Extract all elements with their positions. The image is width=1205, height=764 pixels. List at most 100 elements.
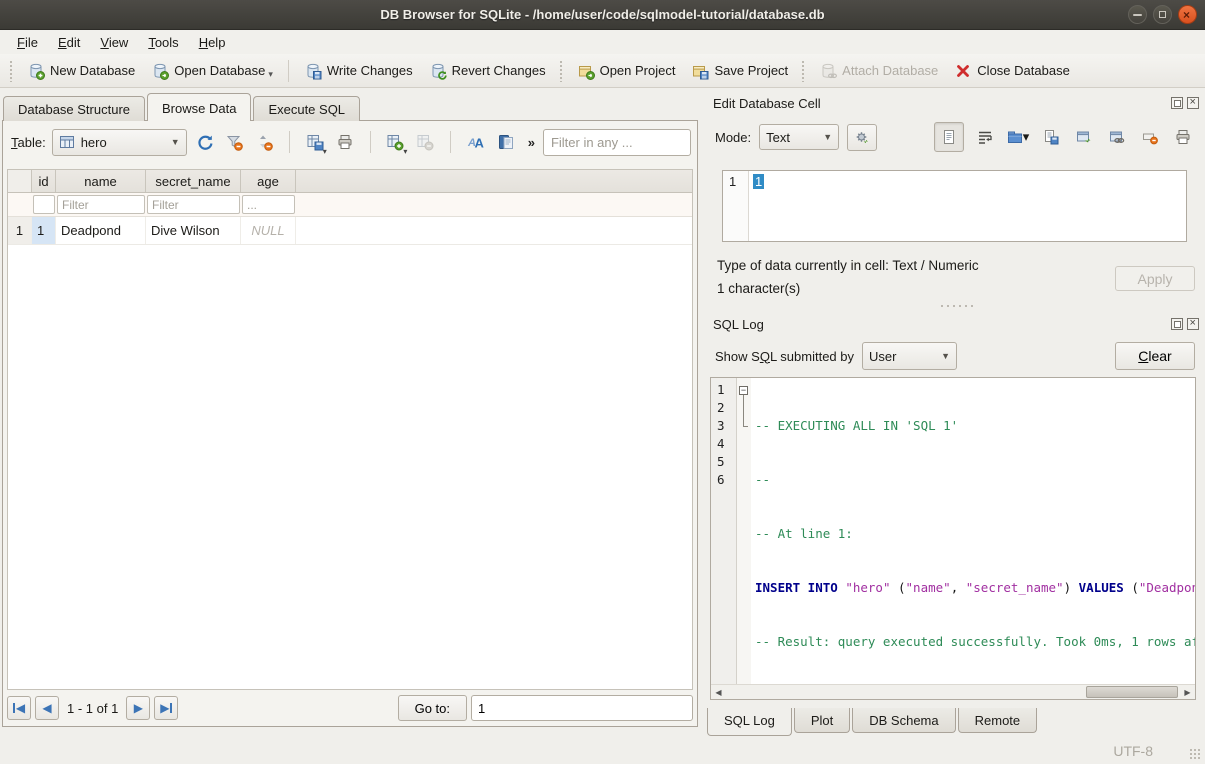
close-database-button[interactable]: Close Database — [946, 58, 1078, 84]
new-database-button[interactable]: New Database — [19, 58, 143, 84]
dock-tab-sql-log[interactable]: SQL Log — [707, 708, 792, 736]
right-pane: Edit Database Cell Mode: Text ▼ — [707, 88, 1205, 740]
clear-sorting-button[interactable] — [252, 129, 276, 155]
dock-tab-remote[interactable]: Remote — [958, 708, 1038, 733]
maximize-button[interactable] — [1153, 5, 1172, 24]
scroll-left-icon[interactable]: ◀ — [711, 685, 726, 699]
menu-view[interactable]: View — [91, 32, 137, 53]
dock-close-icon[interactable] — [1187, 318, 1199, 330]
sql-log-view[interactable]: 1 2 3 4 5 6 − -- EXECUTING ALL IN 'SQL 1… — [710, 377, 1196, 700]
dock-tab-plot[interactable]: Plot — [794, 708, 850, 733]
cell-id[interactable]: 1 — [32, 217, 56, 244]
first-page-button[interactable]: ◀ — [7, 696, 31, 720]
scroll-right-icon[interactable]: ▶ — [1180, 685, 1195, 699]
dock-float-icon[interactable] — [1171, 318, 1183, 330]
menu-tools[interactable]: Tools — [139, 32, 187, 53]
row-header[interactable]: 1 — [8, 217, 32, 244]
cell-name[interactable]: Deadpond — [56, 217, 146, 244]
dock-tab-db-schema[interactable]: DB Schema — [852, 708, 955, 733]
dock-splitter-handle[interactable] — [939, 304, 973, 308]
menu-edit[interactable]: Edit — [49, 32, 89, 53]
table-icon — [59, 134, 75, 150]
clear-filters-button[interactable] — [222, 129, 246, 155]
table-select[interactable]: hero ▼ — [52, 129, 187, 156]
delete-record-icon — [416, 133, 434, 151]
goto-input[interactable] — [471, 695, 693, 721]
next-page-button[interactable]: ▶ — [126, 696, 150, 720]
filter-input-age[interactable] — [242, 195, 295, 214]
close-button[interactable]: × — [1178, 5, 1197, 24]
filter-input-secret-name[interactable] — [147, 195, 240, 214]
resize-grip[interactable] — [1189, 748, 1201, 760]
export-cell-data-button[interactable] — [1039, 125, 1063, 149]
tab-database-structure[interactable]: Database Structure — [3, 96, 145, 121]
menu-file[interactable]: File — [8, 32, 47, 53]
insert-record-button[interactable]: ▾ — [384, 129, 408, 155]
grid-filter-row — [8, 193, 692, 217]
write-changes-icon — [304, 62, 322, 80]
document-icon — [941, 129, 957, 145]
dock-float-icon[interactable] — [1171, 97, 1183, 109]
auto-switch-mode-button[interactable] — [847, 124, 877, 151]
cell-editor[interactable]: 1 1 — [722, 170, 1187, 242]
encoding-indicator[interactable]: UTF-8 — [1113, 743, 1153, 759]
goto-button[interactable]: Go to: — [398, 695, 467, 721]
set-null-icon — [1142, 129, 1158, 145]
dock-close-icon[interactable] — [1187, 97, 1199, 109]
set-null-button[interactable] — [1138, 125, 1162, 149]
column-header-name[interactable]: name — [56, 170, 146, 192]
pagination-bar: ◀ ◀ 1 - 1 of 1 ▶ ▶ Go to: — [7, 694, 693, 722]
filter-any-column-input[interactable] — [543, 129, 691, 156]
menu-help[interactable]: Help — [190, 32, 235, 53]
sql-log-gutter: 1 2 3 4 5 6 — [711, 378, 737, 684]
write-changes-button[interactable]: Write Changes — [296, 58, 421, 84]
column-header-secret-name[interactable]: secret_name — [146, 170, 241, 192]
tab-browse-data[interactable]: Browse Data — [147, 93, 251, 121]
column-header-age[interactable]: age — [241, 170, 296, 192]
text-mode-toggle[interactable] — [934, 122, 964, 152]
toolbar-drag-handle[interactable] — [559, 60, 564, 82]
previous-page-button[interactable]: ◀ — [35, 696, 59, 720]
edit-display-format-button[interactable]: A A — [464, 129, 488, 155]
mode-select[interactable]: Text ▼ — [759, 124, 839, 150]
print-cell-button[interactable] — [1171, 125, 1195, 149]
copy-link-button[interactable] — [1105, 125, 1129, 149]
toolbar-overflow-icon[interactable]: » — [528, 135, 535, 150]
cell-secret-name[interactable]: Dive Wilson — [146, 217, 241, 244]
grid-corner — [8, 170, 32, 192]
print-table-button[interactable] — [333, 129, 357, 155]
printer-icon — [1175, 129, 1191, 145]
sql-log-horizontal-scrollbar[interactable]: ◀ ▶ — [711, 684, 1195, 699]
find-in-table-button[interactable] — [494, 129, 518, 155]
minimize-button[interactable] — [1128, 5, 1147, 24]
open-in-external-button[interactable] — [1072, 125, 1096, 149]
open-project-button[interactable]: Open Project — [569, 58, 684, 84]
main-tabbar: Database Structure Browse Data Execute S… — [3, 93, 362, 121]
open-database-button[interactable]: Open Database ▾ — [143, 58, 281, 84]
filter-input-name[interactable] — [57, 195, 145, 214]
toolbar-drag-handle[interactable] — [801, 60, 806, 82]
clear-log-button[interactable]: Clear — [1115, 342, 1195, 370]
fold-collapse-icon[interactable]: − — [739, 386, 748, 395]
refresh-button[interactable] — [193, 129, 217, 155]
revert-changes-button[interactable]: Revert Changes — [421, 58, 554, 84]
filter-input-id[interactable] — [33, 195, 55, 214]
scrollbar-thumb[interactable] — [1086, 686, 1178, 698]
mode-label: Mode: — [715, 130, 751, 145]
column-header-id[interactable]: id — [32, 170, 56, 192]
save-project-icon — [691, 62, 709, 80]
scrollbar-groove[interactable] — [726, 685, 1180, 699]
titlebar[interactable]: DB Browser for SQLite - /home/user/code/… — [0, 0, 1205, 30]
open-database-dropdown-icon[interactable]: ▾ — [268, 69, 273, 80]
toolbar-drag-handle[interactable] — [9, 60, 14, 82]
word-wrap-button[interactable] — [973, 125, 997, 149]
sql-submitter-select[interactable]: User ▼ — [862, 342, 957, 370]
browse-data-page: Table: hero ▼ — [2, 120, 698, 727]
export-table-button[interactable]: ▾ — [303, 129, 327, 155]
last-page-button[interactable]: ▶ — [154, 696, 178, 720]
tab-execute-sql[interactable]: Execute SQL — [253, 96, 360, 121]
cell-age[interactable]: NULL — [241, 217, 296, 244]
import-cell-data-button[interactable]: ▾ — [1006, 125, 1030, 149]
window-title: DB Browser for SQLite - /home/user/code/… — [380, 7, 824, 22]
save-project-button[interactable]: Save Project — [683, 58, 796, 84]
